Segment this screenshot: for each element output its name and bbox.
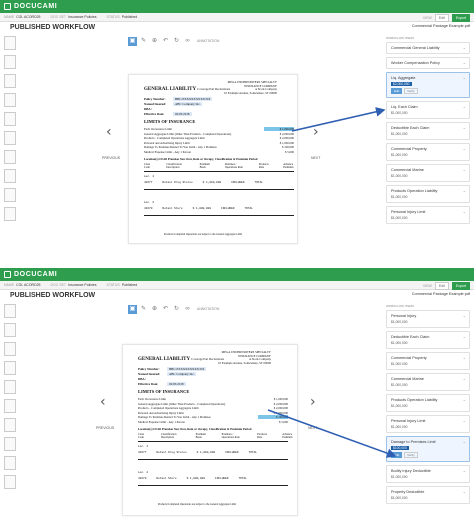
arrow-line bbox=[291, 107, 386, 132]
arrow-line bbox=[267, 409, 397, 458]
annotation-arrows bbox=[267, 107, 397, 458]
